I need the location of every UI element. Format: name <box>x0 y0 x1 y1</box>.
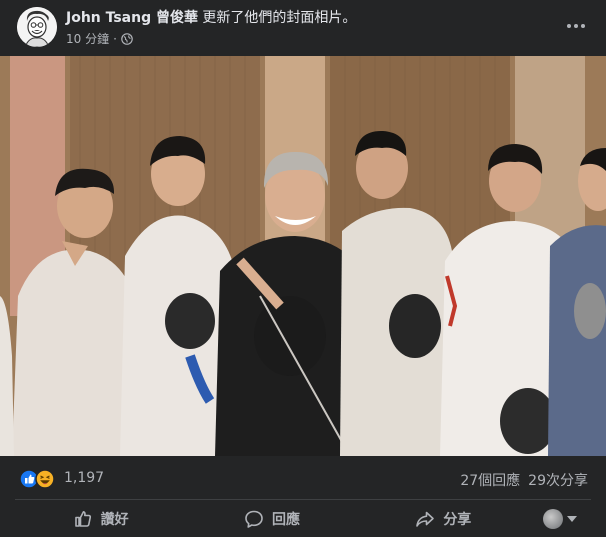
thumbs-up-icon <box>74 511 91 527</box>
post-actions: 讚好 回應 分享 <box>15 502 591 536</box>
reaction-icons[interactable] <box>19 469 59 489</box>
fencing-team-photo <box>0 56 606 456</box>
post-meta: 10 分鐘 · <box>66 30 133 47</box>
comment-label: 回應 <box>271 512 300 528</box>
caricature-avatar-icon <box>17 7 57 47</box>
engagement-stats: 27個回應 29次分享 <box>460 470 588 490</box>
share-icon <box>416 511 435 527</box>
more-options-icon <box>567 24 585 28</box>
haha-icon <box>35 469 55 489</box>
author-avatar[interactable] <box>17 7 57 47</box>
profile-avatar-icon <box>542 509 563 529</box>
audience-selector[interactable] <box>529 502 591 536</box>
chevron-down-icon <box>566 516 577 522</box>
like-label: 讚好 <box>100 512 129 528</box>
comment-button[interactable]: 回應 <box>186 502 357 536</box>
reactions-bar: 1,197 27個回應 29次分享 <box>0 458 606 498</box>
facebook-post: John Tsang 曾俊華 更新了他們的封面相片。 10 分鐘 · 1,197… <box>0 0 606 537</box>
more-options-button[interactable] <box>564 12 588 36</box>
author-line: John Tsang 曾俊華 更新了他們的封面相片。 <box>66 9 356 27</box>
like-button[interactable]: 讚好 <box>15 502 186 536</box>
meta-separator: · <box>113 31 117 46</box>
comments-count[interactable]: 27個回應 <box>460 470 520 490</box>
shares-count[interactable]: 29次分享 <box>528 470 588 490</box>
globe-icon[interactable] <box>121 32 133 45</box>
reaction-count[interactable]: 1,197 <box>64 470 104 486</box>
post-header: John Tsang 曾俊華 更新了他們的封面相片。 10 分鐘 · <box>0 0 606 56</box>
share-button[interactable]: 分享 <box>358 502 529 536</box>
post-timestamp[interactable]: 10 分鐘 <box>66 30 109 47</box>
cover-photo[interactable] <box>0 56 606 456</box>
divider <box>15 499 591 500</box>
share-label: 分享 <box>443 512 472 528</box>
author-name[interactable]: John Tsang 曾俊華 <box>66 10 198 26</box>
comment-icon <box>245 510 263 528</box>
post-action-text: 更新了他們的封面相片。 <box>202 10 357 26</box>
